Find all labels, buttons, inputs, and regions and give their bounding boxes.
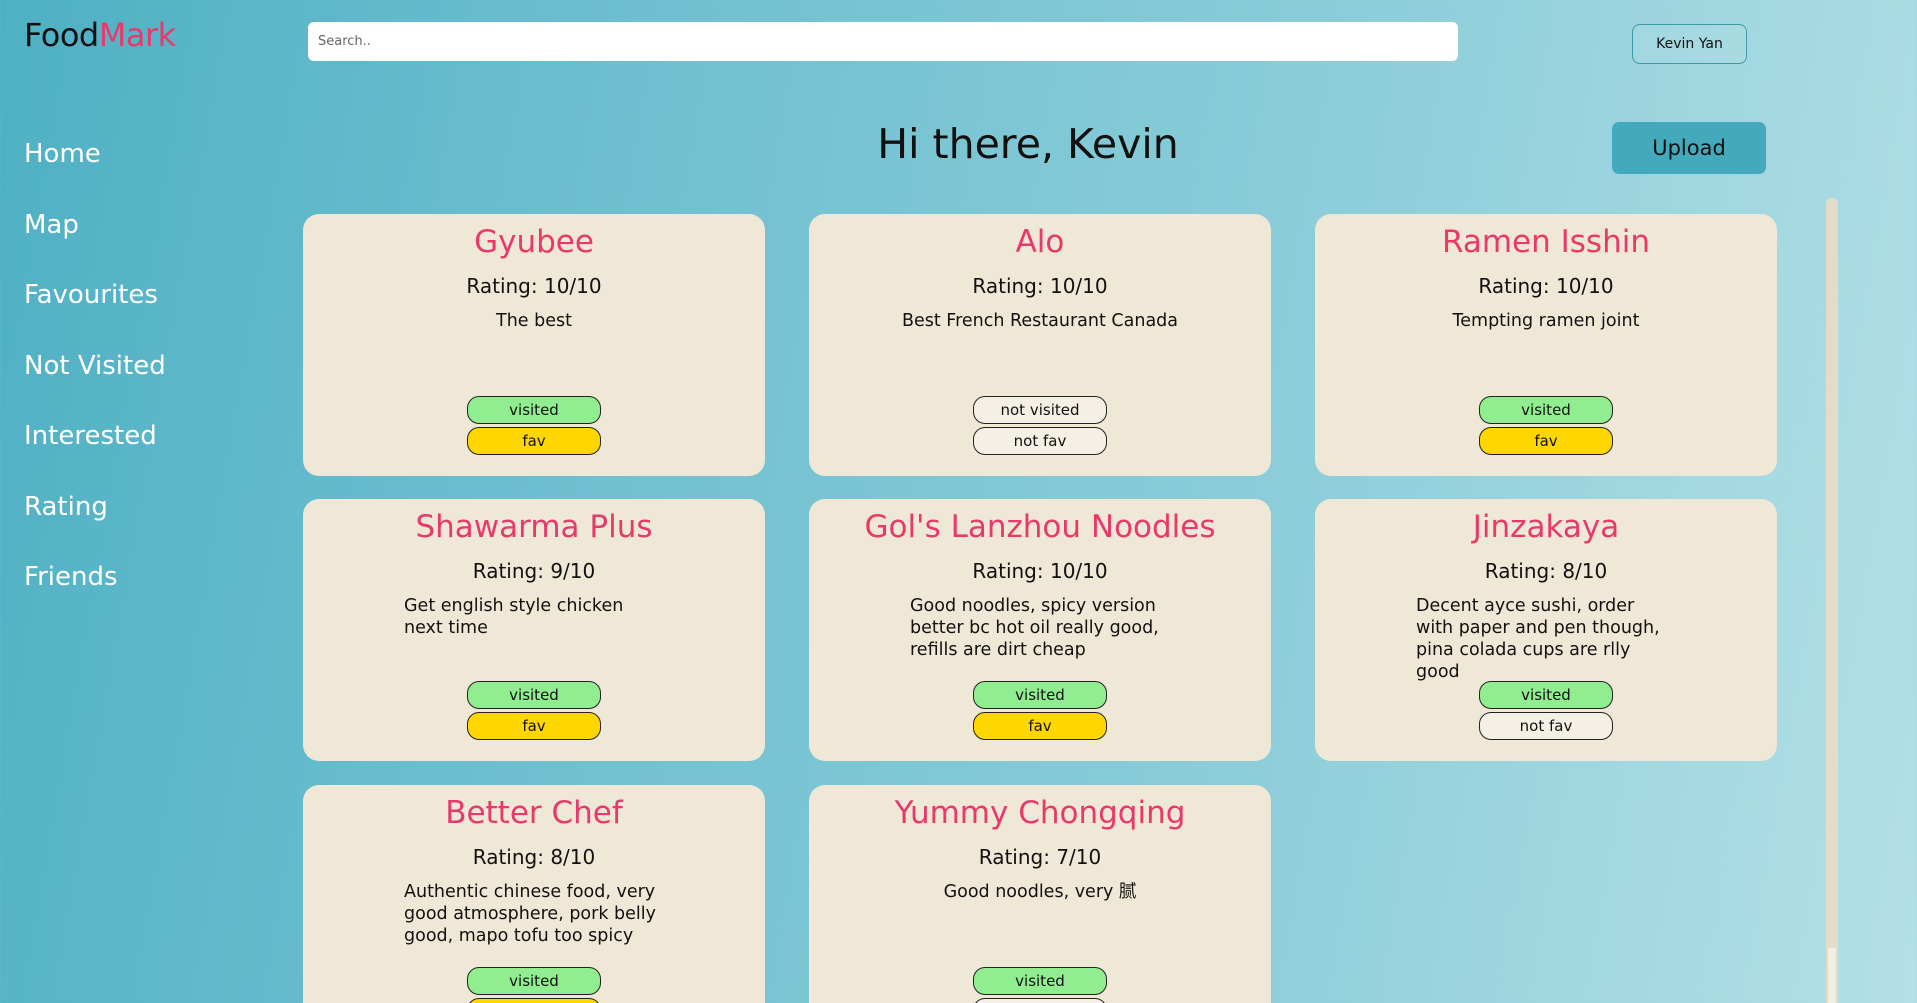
fav-toggle[interactable]: fav [1479, 427, 1613, 455]
restaurant-description: Best French Restaurant Canada [901, 311, 1178, 331]
restaurant-rating: Rating: 10/10 [972, 274, 1108, 298]
restaurant-name: Gyubee [474, 224, 594, 260]
restaurant-description: Authentic chinese food, very good atmosp… [404, 882, 656, 946]
app-logo[interactable]: FoodMark [24, 16, 176, 54]
sidebar-item-friends[interactable]: Friends [24, 557, 166, 628]
restaurant-name: Gol's Lanzhou Noodles [864, 509, 1216, 545]
restaurant-rating: Rating: 9/10 [472, 559, 596, 583]
restaurant-description: Decent ayce sushi, order with paper and … [1416, 596, 1660, 682]
sidebar-nav: Home Map Favourites Not Visited Interest… [24, 134, 166, 628]
restaurant-name: Better Chef [445, 795, 623, 831]
restaurant-description: Get english style chicken next time [404, 596, 624, 638]
sidebar-item-not-visited[interactable]: Not Visited [24, 346, 166, 417]
restaurant-card[interactable]: Better Chef Rating: 8/10 Authentic chine… [303, 785, 765, 1003]
restaurant-card[interactable]: Ramen Isshin Rating: 10/10 Tempting rame… [1315, 214, 1777, 476]
visited-toggle[interactable]: not visited [973, 396, 1107, 424]
fav-toggle[interactable]: not fav [973, 427, 1107, 455]
fav-toggle[interactable] [467, 998, 601, 1003]
logo-text-mark: Mark [98, 16, 176, 54]
fav-toggle[interactable]: not fav [1479, 712, 1613, 740]
sidebar-item-map[interactable]: Map [24, 205, 166, 276]
visited-toggle[interactable]: visited [467, 967, 601, 995]
fav-toggle[interactable]: fav [973, 712, 1107, 740]
restaurant-rating: Rating: 10/10 [972, 559, 1108, 583]
restaurant-description: The best [496, 311, 572, 331]
logo-text-food: Food [24, 16, 99, 54]
restaurant-card[interactable]: Gyubee Rating: 10/10 The best visited fa… [303, 214, 765, 476]
restaurant-name: Alo [1015, 224, 1065, 260]
fav-toggle[interactable]: fav [467, 427, 601, 455]
restaurant-rating: Rating: 10/10 [466, 274, 602, 298]
restaurant-rating: Rating: 8/10 [472, 845, 596, 869]
restaurant-description: Good noodles, very 腻 [943, 882, 1137, 902]
restaurant-card[interactable]: Jinzakaya Rating: 8/10 Decent ayce sushi… [1315, 499, 1777, 761]
sidebar-item-favourites[interactable]: Favourites [24, 275, 166, 346]
restaurant-name: Ramen Isshin [1442, 224, 1650, 260]
restaurant-description: Tempting ramen joint [1452, 311, 1640, 331]
visited-toggle[interactable]: visited [467, 681, 601, 709]
scrollbar[interactable] [1826, 198, 1838, 1003]
restaurant-rating: Rating: 7/10 [978, 845, 1102, 869]
upload-button[interactable]: Upload [1612, 122, 1766, 174]
sidebar-item-home[interactable]: Home [24, 134, 166, 205]
restaurant-description: Good noodles, spicy version better bc ho… [910, 596, 1159, 660]
sidebar-item-rating[interactable]: Rating [24, 487, 166, 558]
restaurant-card[interactable]: Gol's Lanzhou Noodles Rating: 10/10 Good… [809, 499, 1271, 761]
restaurant-name: Jinzakaya [1472, 509, 1620, 545]
fav-toggle[interactable]: fav [467, 712, 601, 740]
visited-toggle[interactable]: visited [973, 681, 1107, 709]
visited-toggle[interactable]: visited [973, 967, 1107, 995]
visited-toggle[interactable]: visited [467, 396, 601, 424]
restaurant-rating: Rating: 10/10 [1478, 274, 1614, 298]
page-greeting: Hi there, Kevin [877, 120, 1179, 168]
visited-toggle[interactable]: visited [1479, 681, 1613, 709]
scrollbar-thumb[interactable] [1828, 948, 1836, 1003]
fav-toggle[interactable] [973, 998, 1107, 1003]
search-input[interactable] [308, 22, 1458, 61]
restaurant-name: Yummy Chongqing [894, 795, 1186, 831]
user-profile-button[interactable]: Kevin Yan [1632, 24, 1747, 64]
visited-toggle[interactable]: visited [1479, 396, 1613, 424]
restaurant-name: Shawarma Plus [415, 509, 653, 545]
restaurant-card[interactable]: Alo Rating: 10/10 Best French Restaurant… [809, 214, 1271, 476]
restaurant-card[interactable]: Yummy Chongqing Rating: 7/10 Good noodle… [809, 785, 1271, 1003]
restaurant-card[interactable]: Shawarma Plus Rating: 9/10 Get english s… [303, 499, 765, 761]
restaurant-rating: Rating: 8/10 [1484, 559, 1608, 583]
sidebar-item-interested[interactable]: Interested [24, 416, 166, 487]
